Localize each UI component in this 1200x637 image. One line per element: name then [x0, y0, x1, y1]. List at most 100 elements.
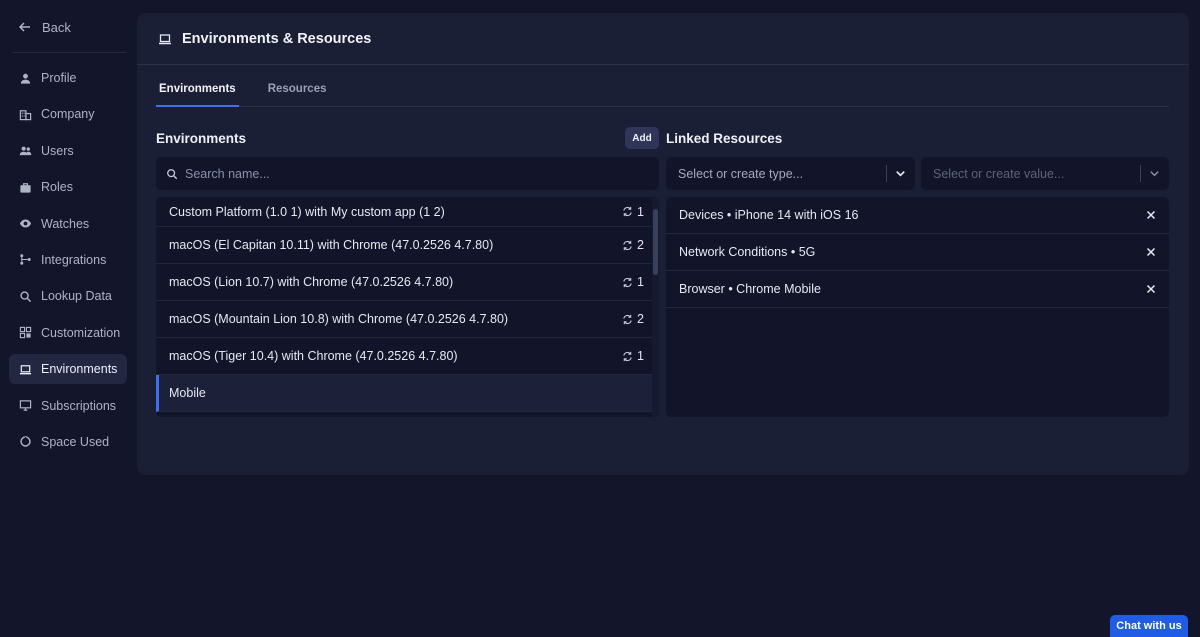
sidebar-item-label: Subscriptions [41, 398, 117, 413]
grid-icon [19, 326, 32, 339]
users-icon [19, 144, 32, 157]
search-input[interactable] [185, 166, 645, 181]
sync-icon [623, 314, 632, 324]
select-separator [886, 165, 887, 182]
sync-icon [623, 351, 632, 361]
linked-resource-list: Devices • iPhone 14 with iOS 16 Network … [666, 197, 1169, 417]
sidebar-item-profile[interactable]: Profile [9, 63, 127, 93]
list-item-selected[interactable]: Mobile [156, 375, 652, 412]
sidebar-item-customization[interactable]: Customization [9, 318, 127, 348]
chevron-down-icon[interactable] [894, 167, 907, 180]
sidebar-item-label: Company [41, 107, 95, 122]
sidebar-item-label: Customization [41, 325, 121, 340]
scroll-thumb[interactable] [653, 209, 658, 275]
arrow-left-icon [18, 22, 30, 32]
count-value: 1 [637, 275, 644, 289]
environments-heading: Environments [156, 131, 247, 146]
sidebar-item-label: Integrations [41, 252, 107, 267]
search-icon [167, 168, 178, 179]
integrations-icon [19, 253, 32, 266]
page-title: Environments & Resources [182, 30, 372, 47]
list-item: Network Conditions • 5G [666, 234, 1169, 271]
environment-name: macOS (Mountain Lion 10.8) with Chrome (… [169, 312, 509, 326]
scrollbar[interactable] [652, 197, 659, 417]
chat-with-us-button[interactable]: Chat with us [1110, 615, 1188, 637]
chevron-down-icon[interactable] [1148, 167, 1161, 180]
sidebar-item-label: Lookup Data [41, 289, 112, 304]
sidebar-item-watches[interactable]: Watches [9, 209, 127, 239]
resource-count: 2 [622, 238, 644, 252]
back-button[interactable]: Back [18, 14, 71, 40]
sidebar-item-roles[interactable]: Roles [9, 172, 127, 202]
sidebar-item-users[interactable]: Users [9, 136, 127, 166]
sidebar-nav: Profile Company Users Roles Watches Inte… [9, 63, 127, 463]
resource-label: Browser • Chrome Mobile [679, 282, 821, 296]
sidebar-item-label: Space Used [41, 434, 110, 449]
sync-icon [623, 206, 632, 217]
list-item[interactable]: macOS (El Capitan 10.11) with Chrome (47… [156, 227, 652, 264]
user-icon [19, 72, 32, 85]
back-label: Back [42, 19, 71, 35]
pie-icon [19, 435, 32, 448]
value-select[interactable]: Select or create value... [921, 157, 1169, 190]
sidebar-item-label: Environments [41, 362, 118, 377]
environment-name: macOS (El Capitan 10.11) with Chrome (47… [169, 238, 494, 252]
environment-name: macOS (Tiger 10.4) with Chrome (47.0.252… [169, 349, 458, 363]
value-select-placeholder: Select or create value... [933, 166, 1065, 181]
environment-name: Custom Platform (1.0 1) with My custom a… [169, 204, 445, 219]
close-icon[interactable] [1145, 209, 1157, 221]
add-environment-button[interactable]: Add [625, 127, 659, 149]
resource-count: 1 [622, 275, 644, 289]
building-icon [19, 108, 32, 121]
sidebar-item-subscriptions[interactable]: Subscriptions [9, 391, 127, 421]
laptop-icon [159, 33, 171, 44]
list-item: Devices • iPhone 14 with iOS 16 [666, 197, 1169, 234]
sidebar-item-lookup-data[interactable]: Lookup Data [9, 281, 127, 311]
list-item[interactable]: macOS (Mountain Lion 10.8) with Chrome (… [156, 301, 652, 338]
count-value: 2 [637, 312, 644, 326]
environment-name: macOS (Lion 10.7) with Chrome (47.0.2526… [169, 275, 454, 289]
laptop-icon [19, 363, 32, 376]
tab-resources[interactable]: Resources [265, 77, 330, 107]
sidebar-divider [12, 52, 126, 53]
eye-icon [19, 217, 32, 230]
sidebar-item-label: Roles [41, 180, 73, 195]
sync-icon [623, 240, 632, 250]
list-item: Browser • Chrome Mobile [666, 271, 1169, 308]
sidebar-item-environments[interactable]: Environments [9, 354, 127, 385]
sync-icon [623, 277, 632, 287]
count-value: 1 [637, 204, 644, 219]
linked-resources-heading: Linked Resources [666, 131, 783, 146]
environment-name: Mobile [169, 386, 206, 400]
tab-bar: Environments Resources [156, 77, 1169, 107]
briefcase-icon [19, 181, 32, 194]
count-value: 1 [637, 349, 644, 363]
resource-count: 1 [622, 349, 644, 363]
list-item[interactable]: macOS (Tiger 10.4) with Chrome (47.0.252… [156, 338, 652, 375]
search-box [156, 157, 659, 190]
sidebar-item-space-used[interactable]: Space Used [9, 427, 127, 457]
sidebar-item-label: Watches [41, 216, 90, 231]
count-value: 2 [637, 238, 644, 252]
sidebar-item-company[interactable]: Company [9, 99, 127, 129]
sidebar-item-label: Users [41, 143, 74, 158]
tab-environments[interactable]: Environments [156, 77, 239, 107]
list-item[interactable]: macOS (Lion 10.7) with Chrome (47.0.2526… [156, 264, 652, 301]
panel-header: Environments & Resources [137, 13, 1189, 65]
main-panel: Environments & Resources Environments Re… [137, 13, 1189, 475]
resource-count: 1 [622, 205, 644, 219]
search-icon [19, 290, 32, 303]
close-icon[interactable] [1145, 246, 1157, 258]
sidebar: Back Profile Company Users Roles Watches… [0, 0, 136, 637]
sidebar-item-integrations[interactable]: Integrations [9, 245, 127, 275]
monitor-icon [19, 399, 32, 412]
resource-label: Network Conditions • 5G [679, 245, 816, 259]
select-separator [1140, 165, 1141, 182]
type-select[interactable]: Select or create type... [666, 157, 915, 190]
sidebar-item-label: Profile [41, 71, 77, 85]
environment-list: Custom Platform (1.0 1) with My custom a… [156, 197, 659, 417]
type-select-placeholder: Select or create type... [678, 166, 804, 181]
resource-count: 2 [622, 312, 644, 326]
list-item[interactable]: Custom Platform (1.0 1) with My custom a… [156, 197, 652, 227]
close-icon[interactable] [1145, 283, 1157, 295]
